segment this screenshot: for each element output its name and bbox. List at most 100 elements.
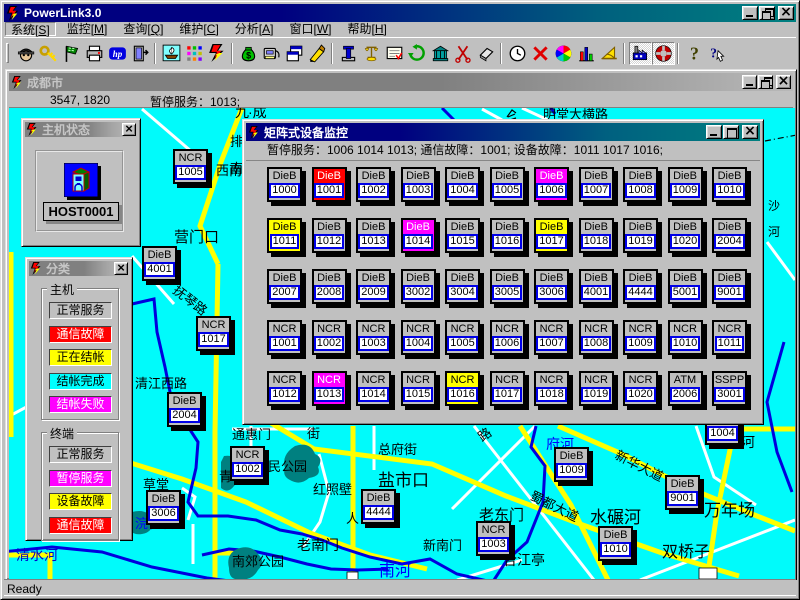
color-grid-icon[interactable] xyxy=(183,42,206,65)
device-button-DieB-1001[interactable]: DieB1001 xyxy=(312,167,347,202)
matrix-close-button[interactable] xyxy=(742,125,758,139)
device-button-NCR-1015[interactable]: NCR1015 xyxy=(401,371,436,406)
duty-officer-icon[interactable] xyxy=(14,42,37,65)
device-button-NCR-1020[interactable]: NCR1020 xyxy=(623,371,658,406)
clock-icon[interactable] xyxy=(506,42,529,65)
restore-button[interactable] xyxy=(759,6,775,20)
key-icon[interactable] xyxy=(37,42,60,65)
city-minimize-button[interactable] xyxy=(742,75,757,89)
device-button-SSPP-3001[interactable]: SSPP3001 xyxy=(712,371,747,406)
minimize-button[interactable] xyxy=(742,6,758,20)
protractor-icon[interactable] xyxy=(598,42,621,65)
device-button-DieB-4001[interactable]: DieB4001 xyxy=(579,269,614,304)
city-close-button[interactable] xyxy=(776,75,791,89)
device-button-NCR-1014[interactable]: NCR1014 xyxy=(356,371,391,406)
device-button-NCR-1019[interactable]: NCR1019 xyxy=(579,371,614,406)
note-card-icon[interactable] xyxy=(383,42,406,65)
device-button-DieB-1007[interactable]: DieB1007 xyxy=(579,167,614,202)
device-button-DieB-1019[interactable]: DieB1019 xyxy=(623,218,658,253)
device-button-DieB-1013[interactable]: DieB1013 xyxy=(356,218,391,253)
device-button-NCR-1005[interactable]: NCR1005 xyxy=(445,320,480,355)
legend-titlebar[interactable]: 分类 xyxy=(29,261,129,276)
device-button-NCR-1017[interactable]: NCR1017 xyxy=(490,371,525,406)
device-button-DieB-1016[interactable]: DieB1016 xyxy=(490,218,525,253)
device-button-DieB-3006[interactable]: DieB3006 xyxy=(146,490,181,525)
flag-icon[interactable] xyxy=(60,42,83,65)
device-button-DieB-9001[interactable]: DieB9001 xyxy=(712,269,747,304)
device-button-NCR-1011[interactable]: NCR1011 xyxy=(712,320,747,355)
marker-pen-icon[interactable] xyxy=(306,42,329,65)
menu-item-S[interactable]: 系统[S] xyxy=(5,22,56,36)
matrix-titlebar[interactable]: 矩阵式设备监控 xyxy=(246,123,760,141)
device-button-DieB-1010[interactable]: DieB1010 xyxy=(598,526,633,561)
host-window-titlebar[interactable]: 主机状态 xyxy=(25,122,137,137)
device-button-NCR-1018[interactable]: NCR1018 xyxy=(534,371,569,406)
device-button-DieB-1003[interactable]: DieB1003 xyxy=(401,167,436,202)
hp-logo-icon[interactable]: hp xyxy=(106,42,129,65)
help-icon[interactable]: ? xyxy=(683,42,706,65)
city-restore-button[interactable] xyxy=(758,75,773,89)
printer-icon[interactable] xyxy=(83,42,106,65)
device-button-DieB-2009[interactable]: DieB2009 xyxy=(356,269,391,304)
menu-item-C[interactable]: 维护[C] xyxy=(174,22,223,36)
scissors-icon[interactable] xyxy=(452,42,475,65)
device-button-DieB-1009[interactable]: DieB1009 xyxy=(668,167,703,202)
delete-x-icon[interactable] xyxy=(529,42,552,65)
ship-icon[interactable] xyxy=(160,42,183,65)
device-button-NCR-1008[interactable]: NCR1008 xyxy=(579,320,614,355)
device-button-ATM-2006[interactable]: ATM2006 xyxy=(668,371,703,406)
legend-close-icon[interactable] xyxy=(114,262,128,275)
card-reader-icon[interactable] xyxy=(260,42,283,65)
device-button-DieB-1005[interactable]: DieB1005 xyxy=(490,167,525,202)
device-button-DieB-1017[interactable]: DieB1017 xyxy=(534,218,569,253)
device-button-DieB-2004[interactable]: DieB2004 xyxy=(712,218,747,253)
device-button-DieB-1002[interactable]: DieB1002 xyxy=(356,167,391,202)
pavilion-icon[interactable] xyxy=(429,42,452,65)
device-button-DieB-1020[interactable]: DieB1020 xyxy=(668,218,703,253)
menu-item-A[interactable]: 分析[A] xyxy=(230,22,279,36)
device-button-DieB-1010[interactable]: DieB1010 xyxy=(712,167,747,202)
device-button-DieB-9001[interactable]: DieB9001 xyxy=(665,475,700,510)
device-button-NCR-1009[interactable]: NCR1009 xyxy=(623,320,658,355)
toolbar-grip[interactable] xyxy=(6,43,9,63)
device-button-NCR-1002[interactable]: NCR1002 xyxy=(230,446,265,481)
device-button-DieB-1011[interactable]: DieB1011 xyxy=(267,218,302,253)
device-button-DieB-2008[interactable]: DieB2008 xyxy=(312,269,347,304)
device-button-DieB-1004[interactable]: DieB1004 xyxy=(445,167,480,202)
lightning-icon[interactable] xyxy=(206,42,229,65)
color-wheel-icon[interactable] xyxy=(552,42,575,65)
bar-chart-icon[interactable] xyxy=(575,42,598,65)
host-window-close-icon[interactable] xyxy=(122,123,136,136)
main-titlebar[interactable]: PowerLink3.0 xyxy=(4,4,796,22)
device-button-NCR-1006[interactable]: NCR1006 xyxy=(490,320,525,355)
device-button-NCR-1016[interactable]: NCR1016 xyxy=(445,371,480,406)
device-button-DieB-2004[interactable]: DieB2004 xyxy=(167,392,202,427)
device-button-DieB-3004[interactable]: DieB3004 xyxy=(445,269,480,304)
device-button-DieB-3002[interactable]: DieB3002 xyxy=(401,269,436,304)
money-bag-icon[interactable]: $ xyxy=(237,42,260,65)
menu-item-W[interactable]: 窗口[W] xyxy=(284,22,336,36)
matrix-maximize-button[interactable] xyxy=(723,125,739,139)
device-button-DieB-2007[interactable]: DieB2007 xyxy=(267,269,302,304)
menu-item-M[interactable]: 监控[M] xyxy=(62,22,113,36)
device-button-NCR-1001[interactable]: NCR1001 xyxy=(267,320,302,355)
device-button-NCR-1017[interactable]: NCR1017 xyxy=(196,316,231,351)
device-button-DieB-1000[interactable]: DieB1000 xyxy=(267,167,302,202)
device-button-NCR-1013[interactable]: NCR1013 xyxy=(312,371,347,406)
device-button-DieB-1015[interactable]: DieB1015 xyxy=(445,218,480,253)
factory-icon[interactable] xyxy=(629,42,652,65)
device-button-NCR-1007[interactable]: NCR1007 xyxy=(534,320,569,355)
column-i-icon[interactable] xyxy=(337,42,360,65)
device-button-NCR-1012[interactable]: NCR1012 xyxy=(267,371,302,406)
device-button-DieB-3005[interactable]: DieB3005 xyxy=(490,269,525,304)
close-button[interactable] xyxy=(778,6,794,20)
device-button-NCR-1003[interactable]: NCR1003 xyxy=(476,521,511,556)
device-button-NCR-1005[interactable]: NCR1005 xyxy=(173,149,208,184)
device-button-DieB-1014[interactable]: DieB1014 xyxy=(401,218,436,253)
matrix-minimize-button[interactable] xyxy=(706,125,722,139)
device-button-NCR-1010[interactable]: NCR1010 xyxy=(668,320,703,355)
device-button-NCR-1004[interactable]: NCR1004 xyxy=(401,320,436,355)
device-button-DieB-4444[interactable]: DieB4444 xyxy=(361,489,396,524)
device-button-NCR-1002[interactable]: NCR1002 xyxy=(312,320,347,355)
city-titlebar[interactable]: 成都市 xyxy=(9,73,793,91)
